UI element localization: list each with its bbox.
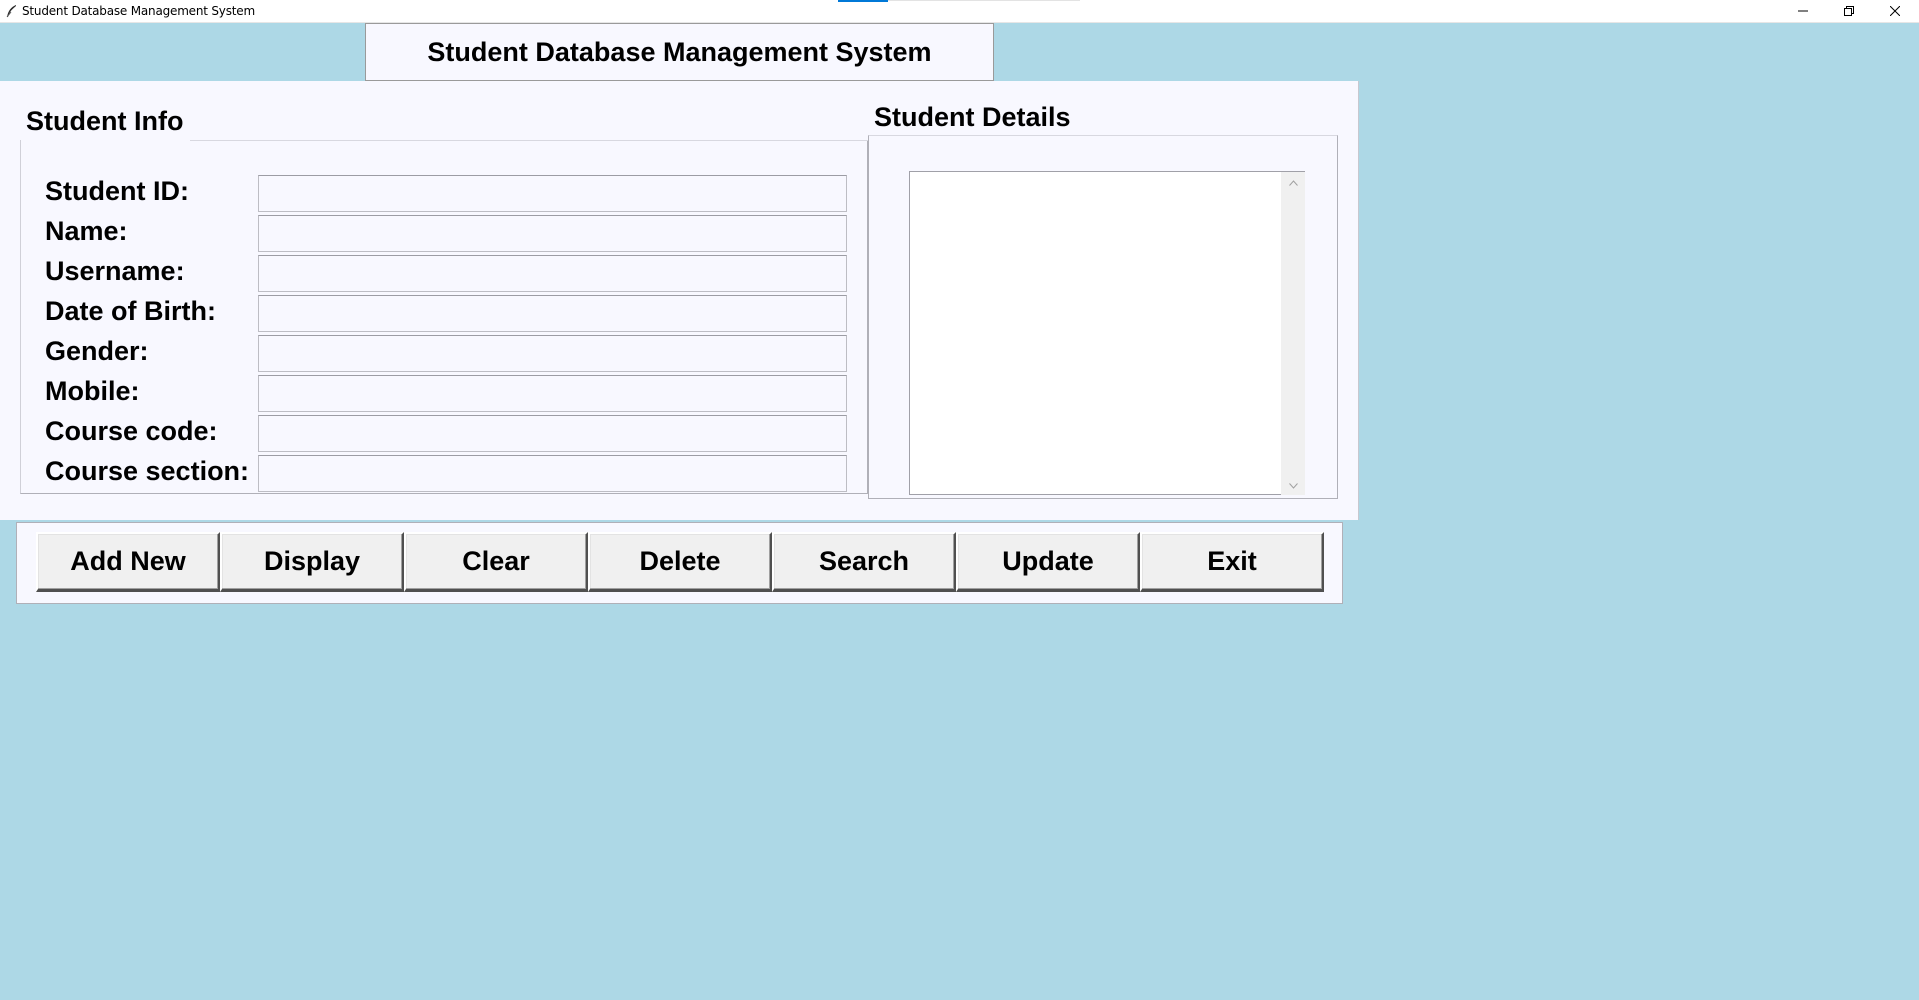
student-id-label: Student ID: — [45, 176, 189, 206]
restore-icon — [1844, 3, 1854, 21]
feather-icon — [5, 4, 19, 18]
minimize-icon — [1798, 3, 1808, 21]
exit-button[interactable]: Exit — [1140, 532, 1324, 592]
student-details-title: Student Details — [868, 102, 1077, 133]
delete-button[interactable]: Delete — [588, 532, 772, 592]
scroll-down-button[interactable] — [1281, 476, 1305, 494]
gender-label: Gender: — [45, 336, 149, 366]
name-input[interactable] — [258, 215, 847, 252]
username-label: Username: — [45, 256, 185, 286]
date-of-birth-input[interactable] — [258, 295, 847, 332]
app-header-title: Student Database Management System — [365, 23, 994, 81]
title-divider — [888, 0, 1080, 1]
course-section-label: Course section: — [45, 456, 250, 486]
close-icon — [1889, 3, 1901, 21]
window-titlebar: Student Database Management System — [0, 0, 1919, 23]
restore-button[interactable] — [1826, 0, 1872, 23]
mobile-input[interactable] — [258, 375, 847, 412]
details-scrollbar[interactable] — [1281, 171, 1305, 495]
display-button[interactable]: Display — [220, 532, 404, 592]
student-id-input[interactable] — [258, 175, 847, 212]
date-of-birth-label: Date of Birth: — [45, 296, 216, 326]
add-new-button[interactable]: Add New — [36, 532, 220, 592]
scroll-up-button[interactable] — [1281, 173, 1305, 191]
title-accent — [838, 0, 888, 2]
chevron-up-icon — [1288, 173, 1298, 191]
chevron-down-icon — [1288, 476, 1298, 494]
student-details-listbox[interactable] — [909, 171, 1281, 495]
student-info-title: Student Info — [20, 106, 190, 137]
name-label: Name: — [45, 216, 128, 246]
course-code-input[interactable] — [258, 415, 847, 452]
course-code-label: Course code: — [45, 416, 218, 446]
minimize-button[interactable] — [1780, 0, 1826, 23]
update-button[interactable]: Update — [956, 532, 1140, 592]
close-button[interactable] — [1872, 0, 1918, 23]
gender-input[interactable] — [258, 335, 847, 372]
username-input[interactable] — [258, 255, 847, 292]
course-section-input[interactable] — [258, 455, 847, 492]
window-title: Student Database Management System — [22, 4, 255, 18]
mobile-label: Mobile: — [45, 376, 140, 406]
student-info-frame-border — [190, 140, 868, 141]
clear-button[interactable]: Clear — [404, 532, 588, 592]
search-button[interactable]: Search — [772, 532, 956, 592]
